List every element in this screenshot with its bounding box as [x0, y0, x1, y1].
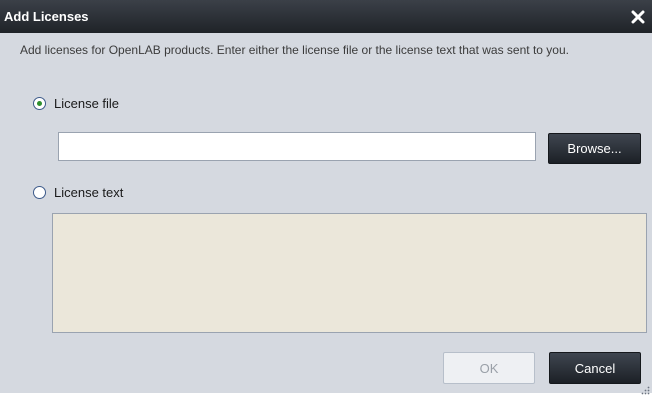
license-text-option[interactable]: License text	[33, 184, 123, 200]
license-text-label: License text	[54, 184, 124, 200]
ok-button[interactable]: OK	[443, 352, 535, 384]
browse-button[interactable]: Browse...	[548, 133, 641, 164]
dialog-instructions: Add licenses for OpenLAB products. Enter…	[20, 43, 569, 57]
add-licenses-dialog: Add Licenses Add licenses for OpenLAB pr…	[0, 0, 652, 395]
license-file-radio[interactable]	[33, 96, 46, 110]
license-file-option[interactable]: License file	[33, 95, 119, 111]
close-icon[interactable]	[630, 9, 646, 25]
dialog-titlebar[interactable]: Add Licenses	[0, 0, 652, 33]
close-icon-graphic	[631, 10, 645, 24]
license-text-radio[interactable]	[33, 185, 46, 199]
resize-grip-graphic	[641, 386, 650, 395]
license-text-area[interactable]	[52, 213, 647, 333]
resize-grip-icon[interactable]	[641, 382, 650, 395]
cancel-button[interactable]: Cancel	[549, 352, 641, 384]
license-file-label: License file	[54, 95, 120, 111]
dialog-title: Add Licenses	[4, 9, 89, 24]
license-file-input[interactable]	[58, 132, 536, 161]
